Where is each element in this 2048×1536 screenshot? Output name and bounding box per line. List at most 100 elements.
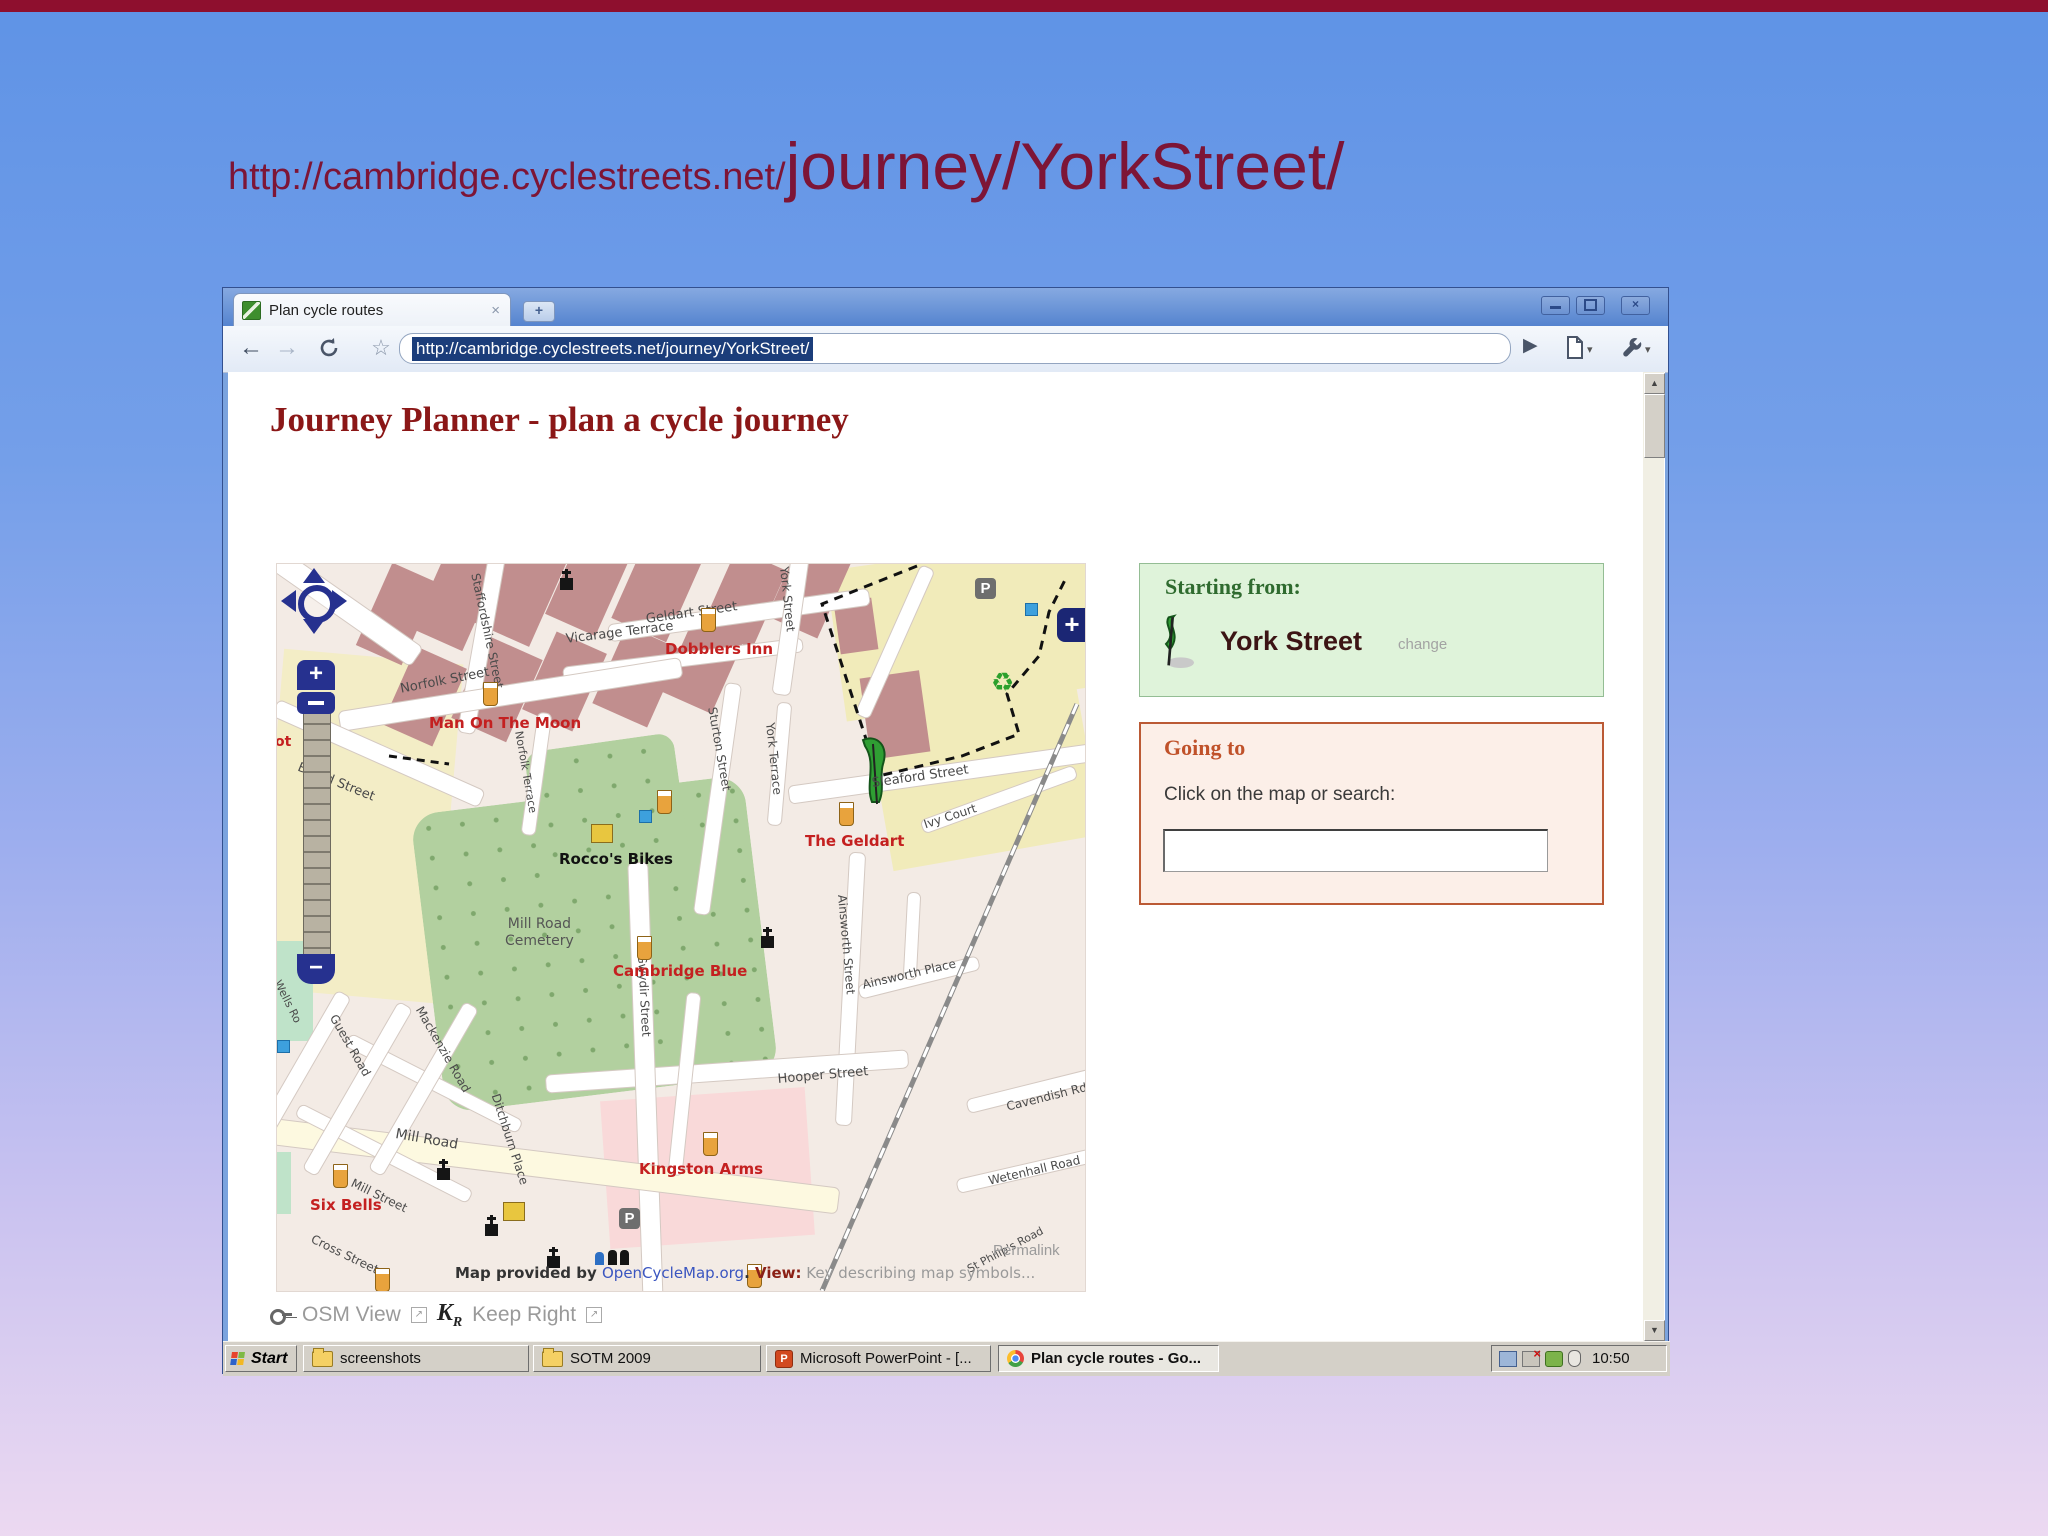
zoom-slider-handle[interactable]: [297, 692, 335, 714]
change-link[interactable]: change: [1398, 636, 1447, 653]
pan-left-icon[interactable]: [281, 590, 296, 612]
pan-up-icon[interactable]: [303, 568, 325, 583]
start-button[interactable]: Start: [225, 1345, 297, 1372]
cycle-route-dashed: [820, 564, 1069, 778]
taskbar-button-label: Microsoft PowerPoint - [...: [800, 1350, 972, 1367]
scroll-down-button[interactable]: ▼: [1644, 1320, 1665, 1341]
map-pan-compass[interactable]: [281, 568, 347, 634]
taskbar-button-label: SOTM 2009: [570, 1350, 651, 1367]
taskbar-button-label: screenshots: [340, 1350, 421, 1367]
starting-from-title: Starting from:: [1165, 574, 1301, 599]
beer-icon: [375, 1268, 390, 1291]
keep-right-link[interactable]: Keep Right: [472, 1303, 576, 1327]
shop-icon: [591, 824, 613, 843]
maximize-button[interactable]: [1576, 296, 1605, 315]
page-scrollbar[interactable]: ▲ ▼: [1643, 372, 1665, 1341]
recycle-icon: ♻: [991, 668, 1015, 698]
poi-label: ot: [276, 734, 292, 750]
layer-switcher-button[interactable]: +: [1057, 608, 1085, 642]
wrench-menu-dropdown-icon: ▾: [1645, 344, 1651, 356]
external-link-icon: ↗: [586, 1307, 603, 1324]
zoom-in-button[interactable]: +: [297, 660, 335, 690]
church-icon: [761, 927, 774, 948]
going-to-instruction: Click on the map or search:: [1164, 784, 1396, 805]
slide-top-strip: [0, 0, 2048, 12]
route-and-railway-overlay: [388, 564, 1080, 1291]
permalink-link[interactable]: Permalink: [993, 1242, 1060, 1259]
close-button[interactable]: ×: [1621, 296, 1650, 315]
scrollbar-thumb[interactable]: [1644, 394, 1665, 458]
key-icon: [270, 1308, 292, 1326]
parking-icon: P: [619, 1208, 640, 1229]
zoom-out-button[interactable]: −: [297, 954, 335, 984]
poi-label: Cambridge Blue: [613, 962, 748, 980]
ppt-icon: P: [775, 1349, 793, 1368]
church-icon: [437, 1159, 450, 1180]
tray-network-disconnected-icon[interactable]: [1522, 1346, 1541, 1367]
church-icon: [485, 1215, 498, 1236]
dot-icon: [1025, 603, 1038, 616]
beer-icon: [703, 1132, 718, 1156]
taskbar-button[interactable]: Plan cycle routes - Go...: [998, 1345, 1219, 1372]
folder-icon: [542, 1347, 563, 1367]
parking-icon: P: [975, 578, 996, 599]
going-to-panel: Going to Click on the map or search:: [1139, 722, 1604, 905]
beer-icon: [839, 802, 854, 826]
taskbar-button[interactable]: SOTM 2009: [533, 1345, 761, 1372]
forward-button[interactable]: →: [271, 332, 303, 364]
go-button[interactable]: ▶: [1523, 334, 1538, 357]
church-icon: [560, 569, 573, 590]
start-flag-icon: [1164, 614, 1194, 668]
starting-from-value: York Street: [1220, 626, 1363, 656]
map-key-link[interactable]: Key describing map symbols...: [802, 1264, 1035, 1282]
bookmark-star-icon[interactable]: ☆: [365, 332, 397, 364]
taskbar-button[interactable]: P Microsoft PowerPoint - [...: [766, 1345, 991, 1372]
map-attribution: Map provided by OpenCycleMap.org. View: …: [455, 1264, 1036, 1282]
tray-antivirus-icon[interactable]: [1545, 1350, 1563, 1367]
browser-toolbar: ← → ☆ http://cambridge.cyclestreets.net/…: [223, 326, 1668, 373]
map-footer-links: OSM View ↗ KR Keep Right ↗: [270, 1300, 603, 1331]
scroll-up-button[interactable]: ▲: [1644, 373, 1665, 394]
poi-label: Dobblers Inn: [665, 640, 774, 658]
windows-logo-icon: [230, 1351, 247, 1366]
new-tab-button[interactable]: +: [523, 301, 555, 322]
address-bar[interactable]: http://cambridge.cyclestreets.net/journe…: [399, 333, 1511, 364]
tray-volume-icon[interactable]: [1499, 1350, 1517, 1367]
folder-icon: [312, 1347, 333, 1367]
tab-plan-cycle-routes[interactable]: Plan cycle routes ×: [233, 293, 511, 326]
chrome-icon: [1007, 1350, 1024, 1367]
person-icon: [608, 1250, 617, 1265]
osm-view-link[interactable]: OSM View: [302, 1303, 401, 1327]
person-icon: [620, 1250, 629, 1265]
url-prefix: http://cambridge.cyclestreets.net/: [228, 156, 786, 198]
dot-icon: [277, 1040, 290, 1053]
system-tray: 10:50: [1491, 1345, 1667, 1372]
beer-icon: [701, 608, 716, 632]
tray-mouse-icon[interactable]: [1568, 1350, 1581, 1367]
dot-icon: [639, 810, 652, 823]
poi-label: Kingston Arms: [639, 1160, 764, 1178]
keepright-icon: KR: [436, 1300, 463, 1330]
poi-label: Rocco's Bikes: [559, 850, 673, 868]
reload-button[interactable]: [313, 332, 345, 364]
beer-icon: [333, 1164, 348, 1188]
slide: http://cambridge.cyclestreets.net/journe…: [0, 0, 2048, 1536]
url-text-selected: http://cambridge.cyclestreets.net/journe…: [412, 336, 814, 361]
cemetery-label: Mill Road Cemetery: [505, 916, 574, 949]
pan-center-icon[interactable]: [298, 585, 336, 623]
tab-title: Plan cycle routes: [269, 301, 384, 319]
tab-close-icon[interactable]: ×: [489, 302, 502, 319]
windows-taskbar: Start screenshots SOTM 2009 P Microsoft Pow…: [223, 1341, 1670, 1376]
going-to-title: Going to: [1164, 735, 1246, 760]
zoom-slider-track[interactable]: [303, 692, 331, 956]
starting-from-panel: Starting from: York Street change: [1139, 563, 1604, 697]
opencyclemap-link[interactable]: OpenCycleMap.org: [602, 1264, 744, 1282]
going-to-input[interactable]: [1163, 829, 1548, 872]
minimize-button[interactable]: [1541, 296, 1570, 315]
taskbar-button[interactable]: screenshots: [303, 1345, 529, 1372]
poi-label: Six Bells: [310, 1196, 382, 1214]
taskbar-clock: 10:50: [1592, 1350, 1630, 1367]
back-button[interactable]: ←: [235, 332, 267, 364]
tab-favicon-icon: [242, 300, 261, 320]
journey-map[interactable]: Geldart Street Vicarage Terrace Staffordsh…: [276, 563, 1086, 1292]
